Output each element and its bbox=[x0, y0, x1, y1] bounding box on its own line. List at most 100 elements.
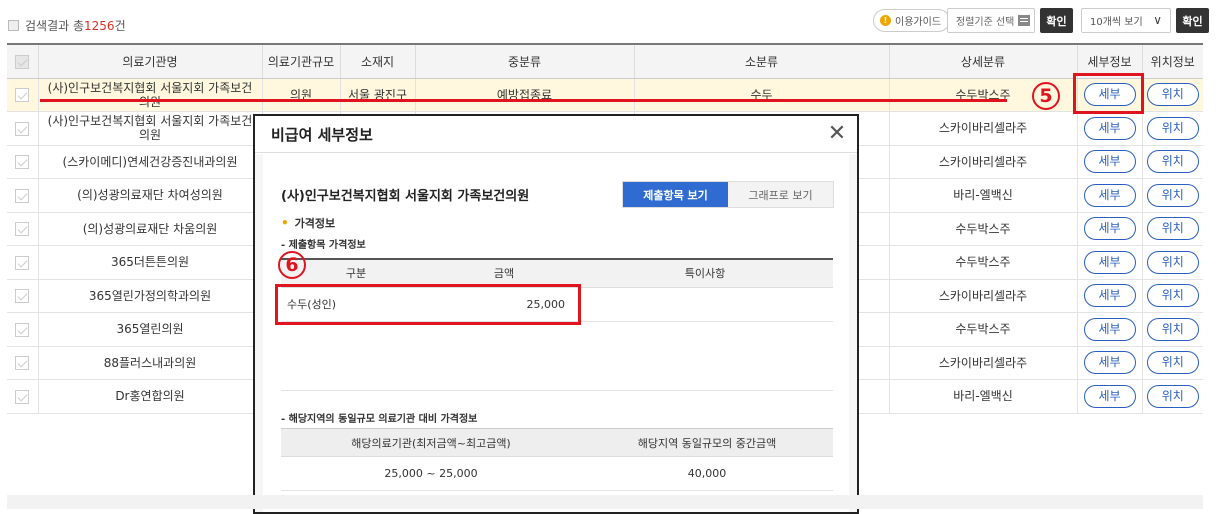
location-button[interactable]: 위치 bbox=[1146, 284, 1199, 308]
detail-button[interactable]: 세부 bbox=[1083, 150, 1136, 174]
row-checkbox[interactable] bbox=[15, 356, 30, 370]
detail-button[interactable]: 세부 bbox=[1083, 217, 1136, 241]
detail-info-cell: 세부 bbox=[1076, 346, 1142, 380]
sort-confirm-button[interactable]: 확인 bbox=[1040, 8, 1073, 33]
compare-col-header: 해당지역 동일규모의 중간금액 bbox=[581, 428, 833, 457]
price-note bbox=[577, 287, 833, 322]
location-button[interactable]: 위치 bbox=[1146, 217, 1199, 241]
org-name[interactable]: (의)성광의료재단 차여성의원 bbox=[39, 188, 262, 202]
compare-row: 25,000 ~ 25,000 40,000 bbox=[281, 456, 833, 491]
row-checkbox[interactable] bbox=[15, 255, 30, 270]
detail-info-cell: 세부 bbox=[1076, 111, 1142, 146]
location-info-cell: 위치 bbox=[1141, 212, 1203, 246]
location-button[interactable]: 위치 bbox=[1146, 250, 1199, 274]
detail-category-cell: 스카이바리셀라주 bbox=[888, 279, 1077, 313]
row-checkbox[interactable] bbox=[15, 322, 30, 337]
col-header: 상세분류 bbox=[888, 43, 1077, 79]
scale-cell: 의원 bbox=[261, 78, 340, 112]
detail-button[interactable]: 세부 bbox=[1083, 384, 1136, 408]
location-info-cell: 위치 bbox=[1141, 178, 1203, 213]
org-name-cell: (의)성광의료재단 차움의원 bbox=[37, 212, 262, 246]
org-name[interactable]: (의)성광의료재단 차움의원 bbox=[39, 222, 262, 236]
col-header: 소재지 bbox=[339, 43, 415, 79]
sub-category-cell: 수두 bbox=[633, 78, 889, 112]
org-name[interactable]: 365열린가정의학과의원 bbox=[39, 289, 262, 303]
detail-category-cell: 스카이바리셀라주 bbox=[888, 346, 1077, 380]
price-header-row: 구분 금액 특이사항 bbox=[281, 258, 833, 288]
org-name-cell: (사)인구보건복지협회 서울지회 가족보건의원 bbox=[37, 111, 262, 146]
detail-category-cell: 스카이바리셀라주 bbox=[888, 145, 1077, 179]
location-button[interactable]: 위치 bbox=[1146, 317, 1199, 341]
chevron-down-icon: ∨ bbox=[1153, 13, 1162, 27]
sort-select-button[interactable]: 정렬기준 선택 bbox=[947, 8, 1035, 33]
price-section-heading: • 가격정보 bbox=[281, 215, 335, 231]
location-button[interactable]: 위치 bbox=[1146, 83, 1199, 107]
section-divider bbox=[281, 390, 833, 391]
sort-label: 정렬기준 선택 bbox=[956, 17, 1015, 28]
detail-button[interactable]: 세부 bbox=[1083, 351, 1136, 375]
select-all-checkbox[interactable] bbox=[15, 54, 30, 69]
location-button[interactable]: 위치 bbox=[1146, 183, 1199, 207]
tab-graph-view[interactable]: 그래프로 보기 bbox=[728, 182, 833, 207]
location-info-cell: 위치 bbox=[1141, 245, 1203, 280]
row-checkbox[interactable] bbox=[15, 121, 30, 136]
row-checkbox[interactable] bbox=[15, 222, 30, 236]
org-name[interactable]: 365열린의원 bbox=[39, 322, 262, 336]
table-header-row: 의료기관명 의료기관규모 소재지 중분류 소분류 상세분류 세부정보 위치정보 bbox=[7, 43, 1203, 79]
row-check-cell bbox=[7, 212, 38, 246]
location-button[interactable]: 위치 bbox=[1146, 116, 1199, 140]
price-subheading: - 제출항목 가격정보 bbox=[281, 240, 366, 251]
detail-category-cell: 수두박스주 bbox=[888, 245, 1077, 280]
detail-button[interactable]: 세부 bbox=[1083, 317, 1136, 341]
detail-category-cell: 바리-엘백신 bbox=[888, 178, 1077, 213]
row-check-cell bbox=[7, 279, 38, 313]
modal-content: (사)인구보건복지협회 서울지회 가족보건의원 제출항목 보기 그래프로 보기 … bbox=[263, 154, 849, 512]
compare-table: 해당의료기관(최저금액~최고금액) 해당지역 동일규모의 중간금액 25,000… bbox=[281, 428, 833, 491]
location-info-cell: 위치 bbox=[1141, 111, 1203, 146]
location-button[interactable]: 위치 bbox=[1146, 384, 1199, 408]
detail-button[interactable]: 세부 bbox=[1083, 250, 1136, 274]
org-name[interactable]: Dr홍연합의원 bbox=[39, 389, 262, 403]
org-name-cell: 365열린가정의학과의원 bbox=[37, 279, 262, 313]
usage-guide-label: 이용가이드 bbox=[895, 17, 941, 28]
org-name[interactable]: (사)인구보건복지협회 서울지회 가족보건의원 bbox=[39, 81, 262, 109]
org-name[interactable]: (사)인구보건복지협회 서울지회 가족보건의원 bbox=[39, 114, 262, 142]
detail-category-cell: 수두박스주 bbox=[888, 312, 1077, 347]
tab-submitted-items[interactable]: 제출항목 보기 bbox=[623, 182, 728, 207]
org-name[interactable]: (스카이메디)연세건강증진내과의원 bbox=[39, 155, 262, 169]
modal-body: (사)인구보건복지협회 서울지회 가족보건의원 제출항목 보기 그래프로 보기 … bbox=[255, 154, 857, 512]
close-icon[interactable]: ✕ bbox=[823, 119, 851, 147]
row-checkbox[interactable] bbox=[15, 389, 30, 404]
detail-button[interactable]: 세부 bbox=[1083, 284, 1136, 308]
compare-subheading: - 해당지역의 동일규모 의료기관 대비 가격정보 bbox=[281, 414, 478, 425]
row-checkbox[interactable] bbox=[15, 155, 30, 169]
page-size-select[interactable]: 10개씩 보기 ∨ bbox=[1081, 8, 1171, 33]
org-name[interactable]: 365더튼튼의원 bbox=[39, 255, 262, 269]
org-name-cell: 365더튼튼의원 bbox=[37, 245, 262, 280]
row-checkbox[interactable] bbox=[15, 188, 30, 203]
location-button[interactable]: 위치 bbox=[1146, 150, 1199, 174]
row-checkbox[interactable] bbox=[15, 88, 30, 102]
modal-title: 비급여 세부정보 bbox=[271, 125, 373, 144]
org-name[interactable]: 88플러스내과의원 bbox=[39, 356, 262, 370]
page-size-label: 10개씩 보기 bbox=[1090, 17, 1143, 28]
detail-button[interactable]: 세부 bbox=[1083, 116, 1136, 140]
compare-range: 25,000 ~ 25,000 bbox=[281, 456, 581, 491]
org-name-cell: (사)인구보건복지협회 서울지회 가족보건의원 bbox=[37, 78, 262, 112]
row-checkbox[interactable] bbox=[15, 289, 30, 303]
detail-info-cell: 세부 bbox=[1076, 212, 1142, 246]
table-row[interactable]: (사)인구보건복지협회 서울지회 가족보건의원 의원 서울 광진구 예방접종료 … bbox=[7, 78, 1203, 112]
location-info-cell: 위치 bbox=[1141, 78, 1203, 112]
detail-category-cell: 바리-엘백신 bbox=[888, 379, 1077, 414]
location-info-cell: 위치 bbox=[1141, 346, 1203, 380]
page-size-confirm-button[interactable]: 확인 bbox=[1176, 8, 1209, 33]
location-button[interactable]: 위치 bbox=[1146, 351, 1199, 375]
address-cell: 서울 광진구 bbox=[339, 78, 415, 112]
price-col-header: 금액 bbox=[431, 258, 577, 288]
price-section-label: 가격정보 bbox=[294, 217, 336, 230]
info-icon: ! bbox=[880, 15, 891, 26]
footer-strip bbox=[7, 495, 1203, 509]
detail-button[interactable]: 세부 bbox=[1083, 183, 1136, 207]
usage-guide-button[interactable]: ! 이용가이드 bbox=[873, 9, 950, 32]
detail-info-cell: 세부 bbox=[1076, 379, 1142, 414]
